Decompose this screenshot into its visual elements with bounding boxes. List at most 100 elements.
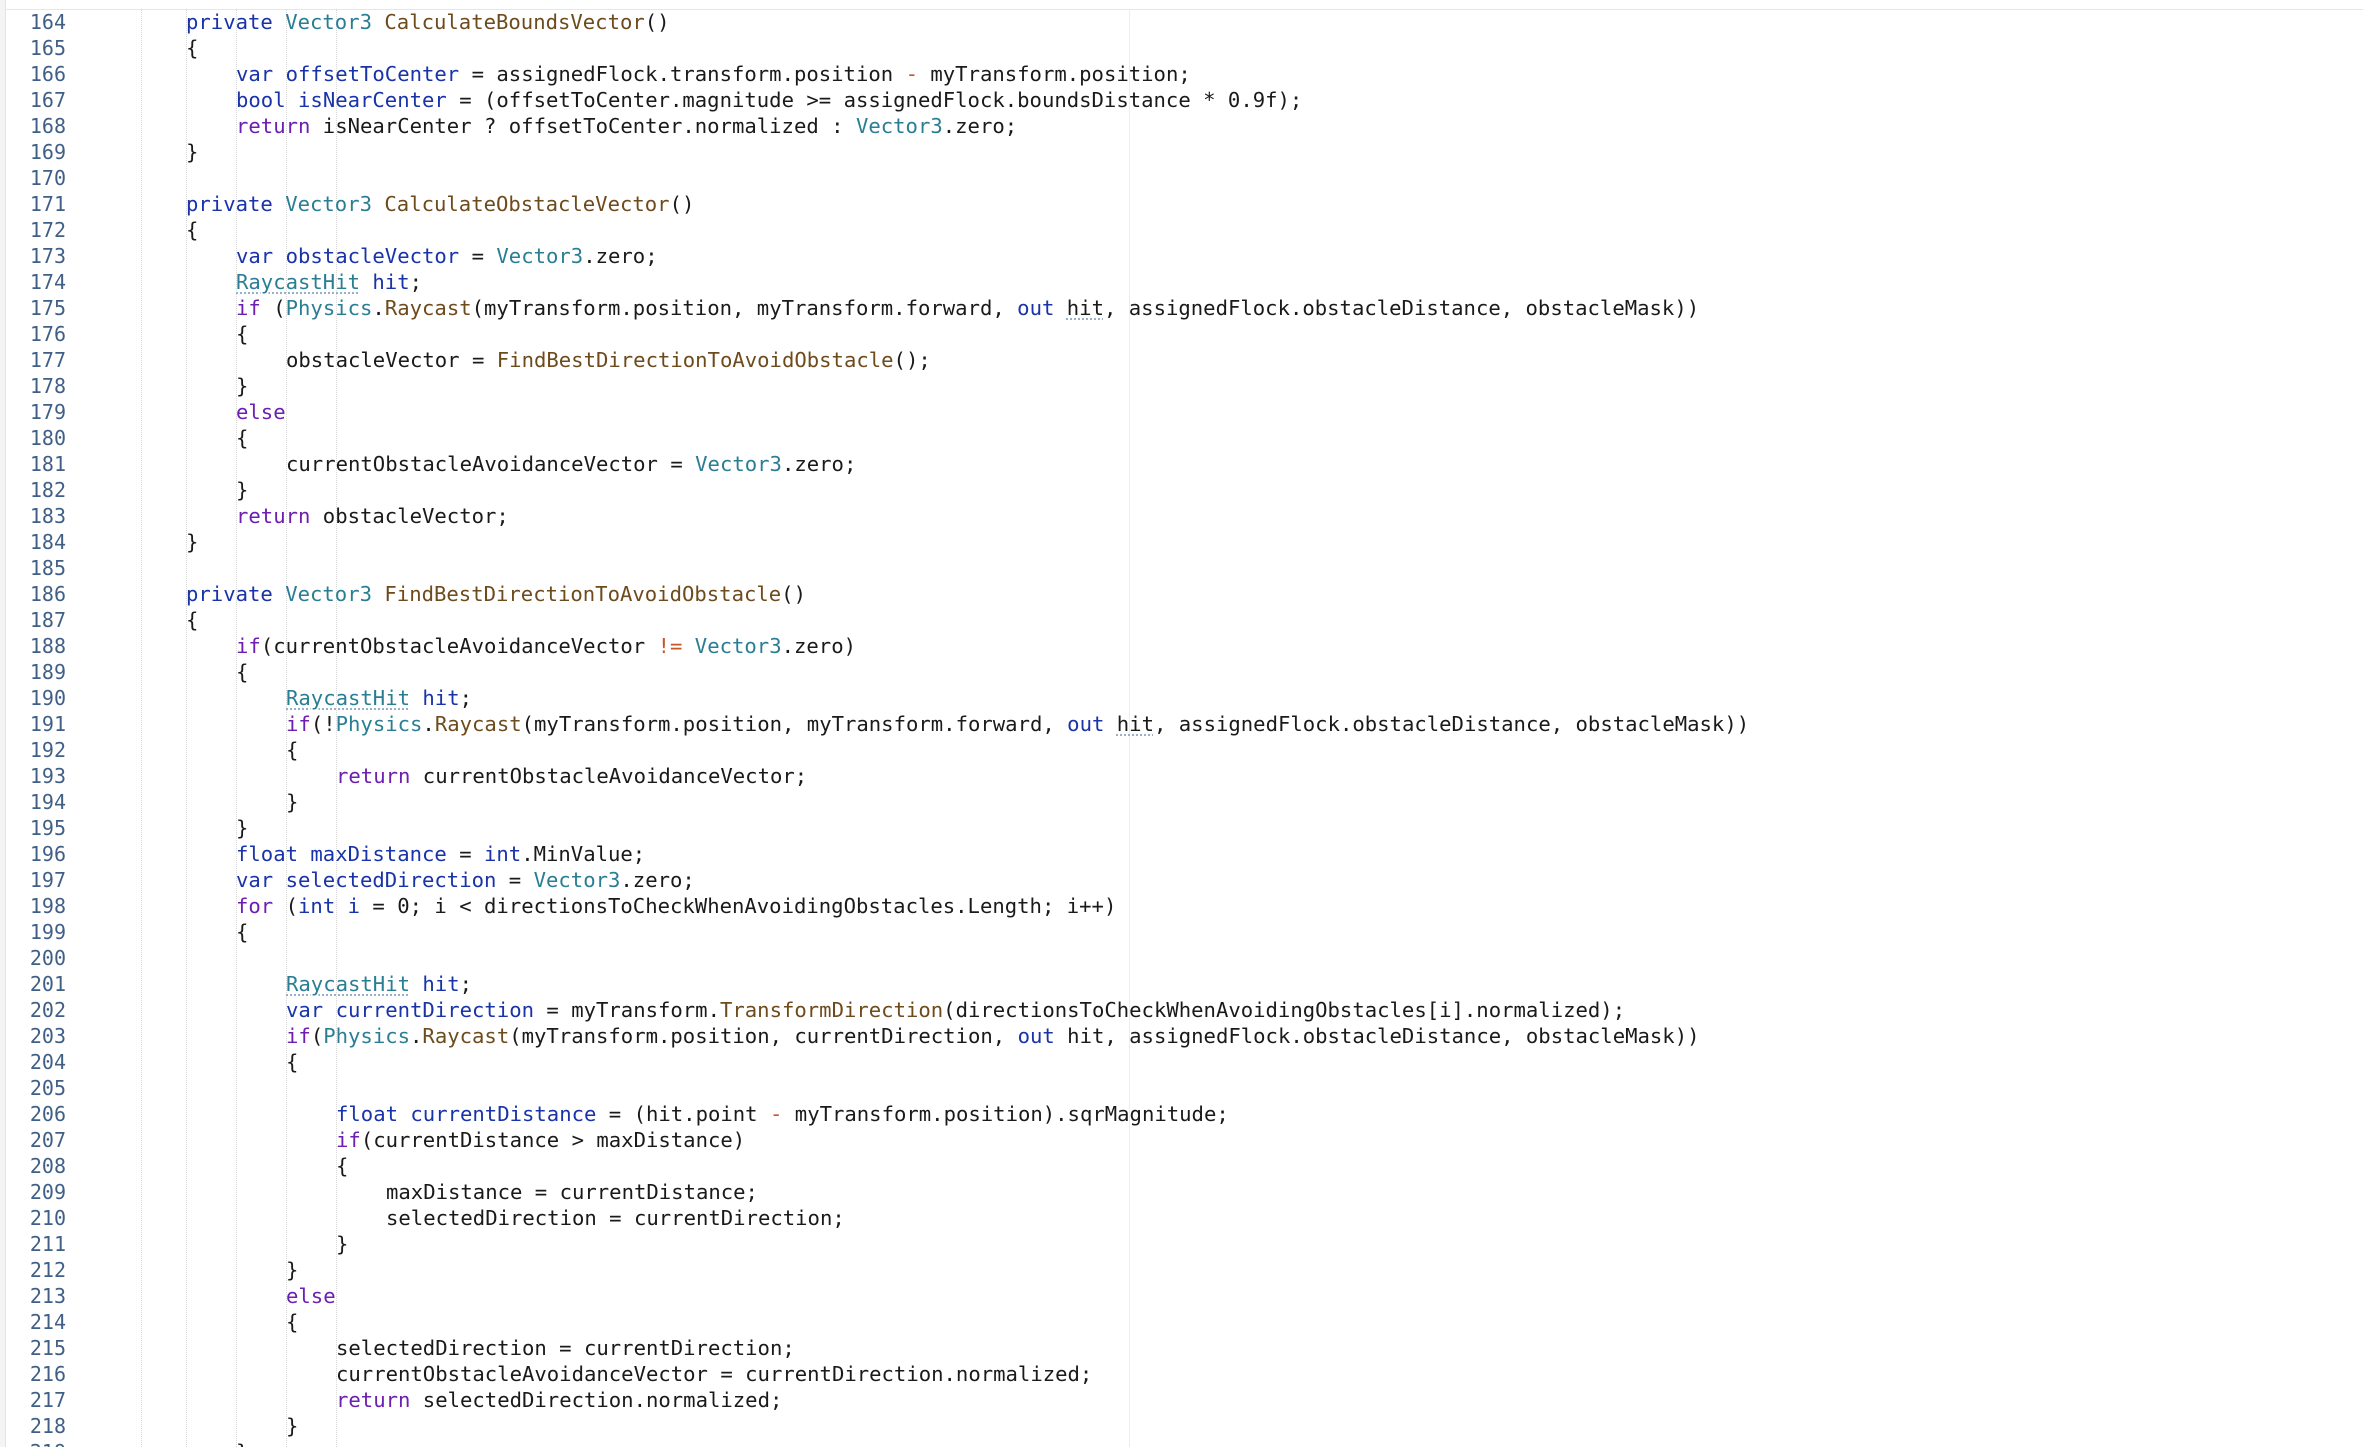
code-text[interactable]: if(!Physics.Raycast(myTransform.position… [286, 711, 1749, 737]
code-text[interactable]: return currentObstacleAvoidanceVector; [336, 763, 807, 789]
code-line[interactable]: 213 else [0, 1283, 2363, 1309]
code-text[interactable]: var obstacleVector = Vector3.zero; [236, 243, 658, 269]
code-line[interactable]: 210 selectedDirection = currentDirection; [0, 1205, 2363, 1231]
code-text[interactable]: else [236, 399, 286, 425]
code-text[interactable]: private Vector3 CalculateBoundsVector() [186, 9, 670, 35]
code-line[interactable]: 174 RaycastHit hit; [0, 269, 2363, 295]
code-text[interactable]: maxDistance = currentDistance; [386, 1179, 758, 1205]
code-text[interactable]: { [186, 217, 198, 243]
code-text[interactable]: } [236, 477, 248, 503]
code-text[interactable]: } [286, 789, 298, 815]
code-text[interactable]: selectedDirection = currentDirection; [336, 1335, 795, 1361]
code-line[interactable]: 212} [0, 1257, 2363, 1283]
code-line[interactable]: 166 var offsetToCenter = assignedFlock.tr… [0, 61, 2363, 87]
code-text[interactable]: { [286, 1049, 298, 1075]
code-line[interactable]: 179 else [0, 399, 2363, 425]
code-line[interactable]: 169} [0, 139, 2363, 165]
code-line[interactable]: 218} [0, 1413, 2363, 1439]
code-text[interactable]: } [286, 1257, 298, 1283]
code-line[interactable]: 186 private Vector3 FindBestDirectionToAv… [0, 581, 2363, 607]
code-text[interactable]: float currentDistance = (hit.point - myT… [336, 1101, 1229, 1127]
code-line[interactable]: 190 RaycastHit hit; [0, 685, 2363, 711]
code-line[interactable]: 168 return isNearCenter ? offsetToCenter.… [0, 113, 2363, 139]
code-line[interactable]: 189 { [0, 659, 2363, 685]
code-text[interactable]: { [186, 35, 198, 61]
code-text[interactable]: var offsetToCenter = assignedFlock.trans… [236, 61, 1191, 87]
code-line[interactable]: 204 { [0, 1049, 2363, 1075]
code-line[interactable]: 207 if(currentDistance > maxDistance) [0, 1127, 2363, 1153]
code-line[interactable]: 214 { [0, 1309, 2363, 1335]
code-line[interactable]: 165 { [0, 35, 2363, 61]
code-line[interactable]: 167 bool isNearCenter = (offsetToCenter.m… [0, 87, 2363, 113]
code-line[interactable]: 183 return obstacleVector; [0, 503, 2363, 529]
code-text[interactable]: { [236, 425, 248, 451]
code-line[interactable]: 217 return selectedDirection.normalized; [0, 1387, 2363, 1413]
code-text[interactable]: if (Physics.Raycast(myTransform.position… [236, 295, 1699, 321]
code-line[interactable]: 164 private Vector3 CalculateBoundsVector… [0, 9, 2363, 35]
code-line[interactable]: 196 float maxDistance = int.MinValue; [0, 841, 2363, 867]
code-line[interactable]: 216 currentObstacleAvoidanceVector = curr… [0, 1361, 2363, 1387]
code-line[interactable]: 219} [0, 1439, 2363, 1447]
code-line[interactable]: 185 [0, 555, 2363, 581]
code-text[interactable]: currentObstacleAvoidanceVector = current… [336, 1361, 1092, 1387]
code-text[interactable]: bool isNearCenter = (offsetToCenter.magn… [236, 87, 1302, 113]
code-text[interactable]: { [286, 737, 298, 763]
code-line[interactable]: 200 [0, 945, 2363, 971]
code-text[interactable]: currentObstacleAvoidanceVector = Vector3… [286, 451, 856, 477]
code-line[interactable]: 197 var selectedDirection = Vector3.zero; [0, 867, 2363, 893]
code-line[interactable]: 205 [0, 1075, 2363, 1101]
code-line[interactable]: 191 if(!Physics.Raycast(myTransform.posit… [0, 711, 2363, 737]
code-line[interactable]: 170 [0, 165, 2363, 191]
code-line[interactable]: 208 { [0, 1153, 2363, 1179]
code-text[interactable]: } [336, 1231, 348, 1257]
code-line[interactable]: 206 float currentDistance = (hit.point - … [0, 1101, 2363, 1127]
code-text[interactable]: RaycastHit hit; [286, 685, 472, 711]
code-text[interactable]: var selectedDirection = Vector3.zero; [236, 867, 695, 893]
code-line[interactable]: 182} [0, 477, 2363, 503]
code-text[interactable]: private Vector3 FindBestDirectionToAvoid… [186, 581, 806, 607]
code-text[interactable]: for (int i = 0; i < directionsToCheckWhe… [236, 893, 1116, 919]
code-line[interactable]: 192 { [0, 737, 2363, 763]
code-text[interactable]: private Vector3 CalculateObstacleVector(… [186, 191, 694, 217]
code-line[interactable]: 201 RaycastHit hit; [0, 971, 2363, 997]
code-line[interactable]: 195} [0, 815, 2363, 841]
code-text[interactable]: } [186, 529, 198, 555]
code-line[interactable]: 209 maxDistance = currentDistance; [0, 1179, 2363, 1205]
code-text[interactable]: { [336, 1153, 348, 1179]
code-line[interactable]: 176 { [0, 321, 2363, 347]
code-text[interactable]: { [236, 919, 248, 945]
code-line[interactable]: 211} [0, 1231, 2363, 1257]
code-line[interactable]: 188 if(currentObstacleAvoidanceVector != … [0, 633, 2363, 659]
code-line[interactable]: 198 for (int i = 0; i < directionsToCheck… [0, 893, 2363, 919]
code-line[interactable]: 172 { [0, 217, 2363, 243]
code-line[interactable]: 202 var currentDirection = myTransform.Tr… [0, 997, 2363, 1023]
code-line[interactable]: 184} [0, 529, 2363, 555]
code-line[interactable]: 178} [0, 373, 2363, 399]
code-text[interactable]: if(currentObstacleAvoidanceVector != Vec… [236, 633, 856, 659]
code-text[interactable]: obstacleVector = FindBestDirectionToAvoi… [286, 347, 931, 373]
code-text[interactable]: } [186, 139, 198, 165]
code-text[interactable]: { [186, 607, 198, 633]
code-line[interactable]: 175 if (Physics.Raycast(myTransform.posit… [0, 295, 2363, 321]
code-line[interactable]: 194} [0, 789, 2363, 815]
code-text[interactable]: float maxDistance = int.MinValue; [236, 841, 645, 867]
code-line[interactable]: 187 { [0, 607, 2363, 633]
code-text[interactable]: RaycastHit hit; [236, 269, 422, 295]
code-line[interactable]: 173 var obstacleVector = Vector3.zero; [0, 243, 2363, 269]
code-text[interactable]: return obstacleVector; [236, 503, 509, 529]
code-text[interactable]: return selectedDirection.normalized; [336, 1387, 782, 1413]
code-line[interactable]: 203 if(Physics.Raycast(myTransform.positi… [0, 1023, 2363, 1049]
code-text[interactable]: return isNearCenter ? offsetToCenter.nor… [236, 113, 1017, 139]
code-line[interactable]: 215 selectedDirection = currentDirection; [0, 1335, 2363, 1361]
code-line[interactable]: 177 obstacleVector = FindBestDirectionToA… [0, 347, 2363, 373]
code-editor[interactable]: 164 private Vector3 CalculateBoundsVector… [0, 9, 2363, 1447]
code-text[interactable]: if(currentDistance > maxDistance) [336, 1127, 745, 1153]
code-line[interactable]: 181 currentObstacleAvoidanceVector = Vect… [0, 451, 2363, 477]
code-text[interactable]: } [236, 815, 248, 841]
code-line[interactable]: 171 private Vector3 CalculateObstacleVect… [0, 191, 2363, 217]
code-text[interactable]: { [236, 659, 248, 685]
code-line[interactable]: 199 { [0, 919, 2363, 945]
code-text[interactable]: { [286, 1309, 298, 1335]
code-text[interactable]: if(Physics.Raycast(myTransform.position,… [286, 1023, 1700, 1049]
code-line[interactable]: 180 { [0, 425, 2363, 451]
